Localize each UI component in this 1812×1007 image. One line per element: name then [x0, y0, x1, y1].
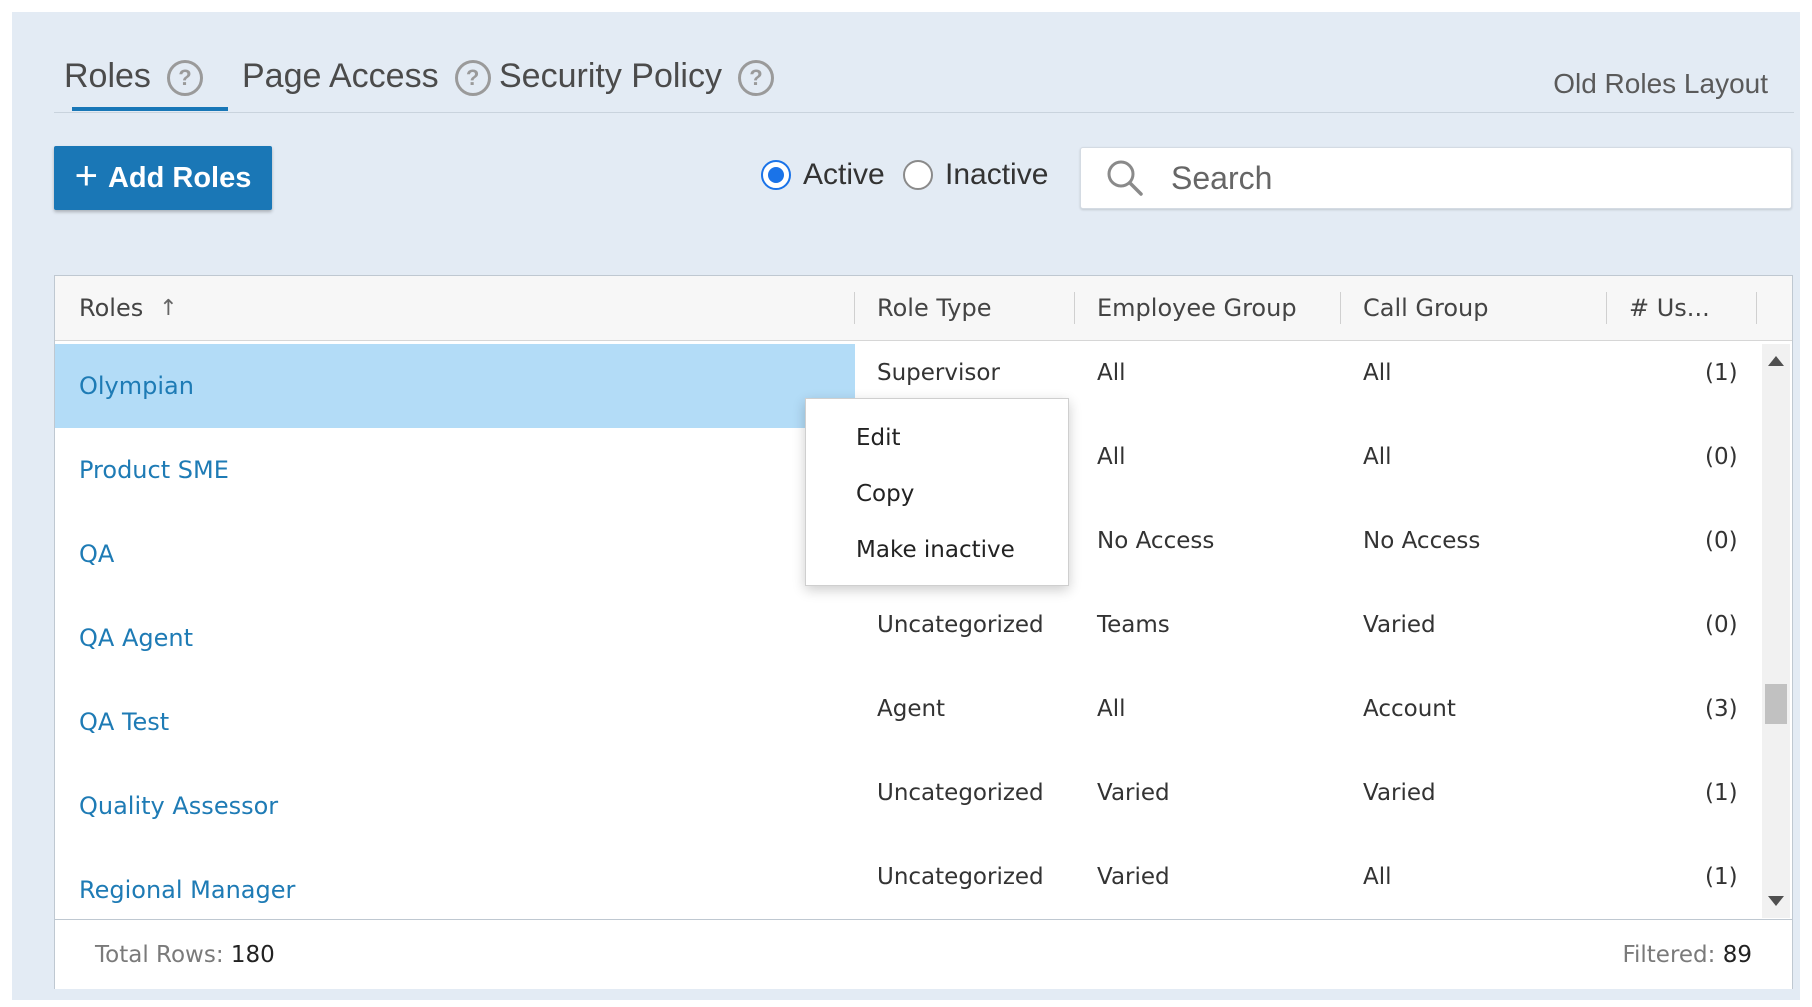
total-rows-label: Total Rows:	[95, 942, 224, 968]
role-name-cell[interactable]: Regional Manager	[55, 848, 855, 918]
column-resizer[interactable]	[1756, 292, 1757, 324]
employee-group-cell: Varied	[1097, 864, 1170, 890]
role-type-cell: Agent	[877, 696, 946, 722]
help-icon[interactable]: ?	[166, 60, 203, 96]
tab-roles[interactable]: Roles ?	[64, 42, 203, 110]
role-name-cell[interactable]: Quality Assessor	[55, 764, 855, 848]
role-name-cell[interactable]: QA	[55, 512, 855, 596]
role-name-cell[interactable]: Olympian	[55, 344, 855, 428]
vertical-scrollbar[interactable]	[1762, 344, 1790, 918]
scroll-up-icon[interactable]	[1768, 356, 1784, 366]
role-name-link[interactable]: Olympian	[79, 372, 194, 400]
column-header-call-group[interactable]: Call Group	[1363, 276, 1489, 340]
call-group-cell: No Access	[1363, 528, 1481, 554]
users-count-cell: (1)	[1705, 864, 1738, 890]
add-roles-button[interactable]: + Add Roles	[54, 146, 272, 210]
users-count-cell: (3)	[1705, 696, 1738, 722]
table-row[interactable]: Regional Manager Uncategorized Varied Al…	[55, 848, 1759, 918]
employee-group-cell: All	[1097, 444, 1126, 470]
tab-bar: Roles ? Page Access ? Security Policy ?	[54, 42, 1794, 114]
employee-group-cell: No Access	[1097, 528, 1215, 554]
sort-ascending-icon: ↑	[159, 295, 178, 321]
active-tab-indicator	[72, 107, 228, 111]
call-group-cell: All	[1363, 360, 1392, 386]
column-header-roles[interactable]: Roles ↑	[79, 276, 178, 340]
call-group-cell: All	[1363, 864, 1392, 890]
filtered-rows-value: 89	[1722, 942, 1752, 968]
tab-page-access-label: Page Access	[242, 56, 439, 95]
role-type-cell: Uncategorized	[877, 864, 1044, 890]
context-menu-edit[interactable]: Edit	[856, 425, 901, 451]
radio-active-control[interactable]	[761, 160, 791, 190]
search-input[interactable]	[1169, 158, 1753, 198]
role-name-cell[interactable]: QA Test	[55, 680, 855, 764]
tab-security-policy-label: Security Policy	[499, 56, 722, 95]
call-group-cell: All	[1363, 444, 1392, 470]
users-count-cell: (0)	[1705, 528, 1738, 554]
role-type-cell: Supervisor	[877, 360, 1000, 386]
column-resizer[interactable]	[854, 292, 855, 324]
call-group-cell: Account	[1363, 696, 1456, 722]
column-header-employee-group[interactable]: Employee Group	[1097, 276, 1297, 340]
tab-page-access[interactable]: Page Access ?	[242, 42, 491, 110]
search-icon	[1107, 160, 1143, 196]
roles-table: Roles ↑ Role Type Employee Group Call Gr…	[54, 275, 1793, 989]
role-name-cell[interactable]: Product SME	[55, 428, 855, 512]
add-roles-label: Add Roles	[107, 161, 252, 194]
users-count-cell: (0)	[1705, 444, 1738, 470]
total-rows: Total Rows: 180	[95, 942, 275, 968]
table-row[interactable]: Quality Assessor Uncategorized Varied Va…	[55, 764, 1759, 849]
employee-group-cell: All	[1097, 696, 1126, 722]
table-row[interactable]: QA Test Agent All Account (3)	[55, 680, 1759, 765]
role-name-cell[interactable]: QA Agent	[55, 596, 855, 680]
context-menu-make-inactive[interactable]: Make inactive	[856, 537, 1015, 563]
column-resizer[interactable]	[1340, 292, 1341, 324]
role-type-cell: Uncategorized	[877, 612, 1044, 638]
column-header-role-type[interactable]: Role Type	[877, 276, 991, 340]
table-footer: Total Rows: 180 Filtered: 89	[55, 919, 1792, 989]
users-count-cell: (0)	[1705, 612, 1738, 638]
role-name-link[interactable]: Regional Manager	[79, 876, 295, 904]
status-radio-active[interactable]: Active	[761, 158, 885, 192]
scroll-thumb[interactable]	[1765, 684, 1787, 724]
column-header-users[interactable]: # Us...	[1629, 276, 1710, 340]
plus-icon: +	[74, 154, 98, 198]
old-roles-layout-link[interactable]: Old Roles Layout	[1553, 68, 1768, 100]
employee-group-cell: All	[1097, 360, 1126, 386]
context-menu-copy[interactable]: Copy	[856, 481, 914, 507]
radio-inactive-control[interactable]	[903, 160, 933, 190]
users-count-cell: (1)	[1705, 360, 1738, 386]
total-rows-value: 180	[230, 942, 275, 968]
call-group-cell: Varied	[1363, 780, 1436, 806]
filtered-rows: Filtered: 89	[1622, 942, 1752, 968]
tab-security-policy[interactable]: Security Policy ?	[499, 42, 774, 110]
tab-roles-label: Roles	[64, 56, 151, 95]
radio-inactive-label: Inactive	[945, 158, 1049, 191]
call-group-cell: Varied	[1363, 612, 1436, 638]
column-header-roles-label: Roles	[79, 294, 144, 322]
help-icon[interactable]: ?	[454, 60, 491, 96]
column-resizer[interactable]	[1074, 292, 1075, 324]
employee-group-cell: Varied	[1097, 780, 1170, 806]
role-type-cell: Uncategorized	[877, 780, 1044, 806]
table-row[interactable]: QA Agent Uncategorized Teams Varied (0)	[55, 596, 1759, 681]
radio-active-label: Active	[803, 158, 885, 191]
role-name-link[interactable]: QA	[79, 540, 114, 568]
employee-group-cell: Teams	[1097, 612, 1170, 638]
help-icon[interactable]: ?	[737, 60, 774, 96]
table-header: Roles ↑ Role Type Employee Group Call Gr…	[55, 276, 1792, 341]
role-name-link[interactable]: QA Agent	[79, 624, 193, 652]
status-radio-inactive[interactable]: Inactive	[903, 158, 1048, 192]
role-name-link[interactable]: QA Test	[79, 708, 169, 736]
users-count-cell: (1)	[1705, 780, 1738, 806]
row-context-menu: Edit Copy Make inactive	[805, 398, 1069, 586]
roles-panel: Roles ? Page Access ? Security Policy ? …	[12, 12, 1800, 1000]
search-box[interactable]	[1080, 147, 1792, 209]
filtered-rows-label: Filtered:	[1622, 942, 1716, 968]
tab-divider	[54, 112, 1794, 113]
scroll-down-icon[interactable]	[1768, 896, 1784, 906]
column-resizer[interactable]	[1606, 292, 1607, 324]
role-name-link[interactable]: Quality Assessor	[79, 792, 278, 820]
role-name-link[interactable]: Product SME	[79, 456, 229, 484]
